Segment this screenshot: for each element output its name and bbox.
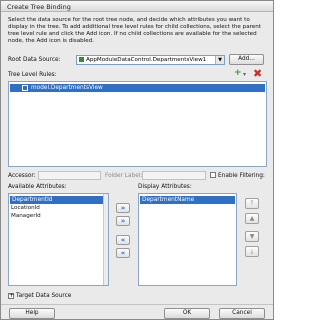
move-up-button[interactable]: ▲ xyxy=(245,213,259,224)
cancel-button[interactable]: Cancel xyxy=(219,308,265,319)
tree-rule-item[interactable]: model.DepartmentsView xyxy=(10,84,265,92)
footer-divider xyxy=(1,304,273,305)
chevron-down-icon[interactable]: ▼ xyxy=(215,56,224,64)
help-button[interactable]: Help xyxy=(9,308,55,319)
folder-label-label: Folder Label: xyxy=(105,173,143,179)
list-item[interactable]: ManagerId xyxy=(11,213,41,219)
move-right-button[interactable]: » xyxy=(116,203,130,213)
title-bar: Create Tree Binding xyxy=(1,1,273,12)
list-item-label: DepartmentId xyxy=(12,197,53,203)
double-chevron-right-icon: » xyxy=(120,217,126,225)
root-data-source-select[interactable]: AppModuleDataControl.DepartmentsView1 ▼ xyxy=(76,55,225,65)
display-attributes-list[interactable]: DepartmentName xyxy=(138,193,237,286)
target-data-source-label[interactable]: Target Data Source xyxy=(16,293,71,299)
move-all-right-button[interactable]: » xyxy=(116,216,130,226)
add-data-source-label: Add... xyxy=(238,56,255,62)
add-data-source-button[interactable]: Add... xyxy=(229,54,264,65)
cancel-label: Cancel xyxy=(232,310,252,316)
tree-level-rules-tree[interactable]: model.DepartmentsView xyxy=(8,81,267,167)
available-attributes-list[interactable]: DepartmentId LocationId ManagerId xyxy=(8,193,109,286)
enable-filtering-label: Enable Filtering: xyxy=(218,173,265,179)
chevron-right-icon: » xyxy=(120,204,126,212)
move-top-button[interactable]: ⤒ xyxy=(245,198,259,209)
instructions-text: Select the data source for the root tree… xyxy=(8,17,261,44)
arrow-up-icon: ▲ xyxy=(249,215,255,222)
add-rule-icon[interactable]: + xyxy=(234,69,242,78)
ok-label: OK xyxy=(182,310,192,316)
move-top-icon: ⤒ xyxy=(250,200,254,207)
list-item[interactable]: DepartmentId xyxy=(10,196,104,204)
list-item-label: LocationId xyxy=(11,205,40,211)
move-left-button[interactable]: « xyxy=(116,235,130,245)
move-all-left-button[interactable]: « xyxy=(116,248,130,258)
enable-filtering-checkbox[interactable] xyxy=(210,172,216,178)
list-item[interactable]: LocationId xyxy=(11,205,40,211)
move-bottom-button[interactable]: ⤓ xyxy=(245,246,259,257)
expand-icon[interactable]: + xyxy=(8,293,14,299)
list-item[interactable]: DepartmentName xyxy=(140,196,235,204)
tree-rule-label: model.DepartmentsView xyxy=(31,85,103,91)
available-attributes-label: Available Attributes: xyxy=(8,184,67,190)
accessor-label: Accessor: xyxy=(8,173,36,179)
list-item-label: DepartmentName xyxy=(142,197,195,203)
accessor-field[interactable] xyxy=(38,171,101,180)
folder-label-field[interactable] xyxy=(142,171,206,180)
scrollbar[interactable] xyxy=(103,194,108,285)
double-chevron-left-icon: « xyxy=(120,249,126,257)
data-control-icon xyxy=(79,57,84,62)
display-attributes-label: Display Attributes: xyxy=(138,184,192,190)
ok-button[interactable]: OK xyxy=(164,308,210,319)
root-data-source-value: AppModuleDataControl.DepartmentsView1 xyxy=(86,57,207,63)
tree-level-rules-label: Tree Level Rules: xyxy=(8,72,57,78)
move-down-button[interactable]: ▼ xyxy=(245,231,259,242)
list-item-label: ManagerId xyxy=(11,213,41,219)
delete-rule-icon[interactable]: ✖ xyxy=(253,68,262,79)
collection-icon xyxy=(22,84,28,91)
root-data-source-label: Root Data Source: xyxy=(8,57,61,63)
dropdown-arrow-icon[interactable]: ▾ xyxy=(243,70,246,79)
dialog-title: Create Tree Binding xyxy=(7,3,71,11)
create-tree-binding-dialog: Create Tree Binding Select the data sour… xyxy=(0,0,274,320)
arrow-down-icon: ▼ xyxy=(249,233,255,240)
chevron-left-icon: « xyxy=(120,236,126,244)
help-label: Help xyxy=(25,310,39,316)
move-bottom-icon: ⤓ xyxy=(250,248,254,255)
